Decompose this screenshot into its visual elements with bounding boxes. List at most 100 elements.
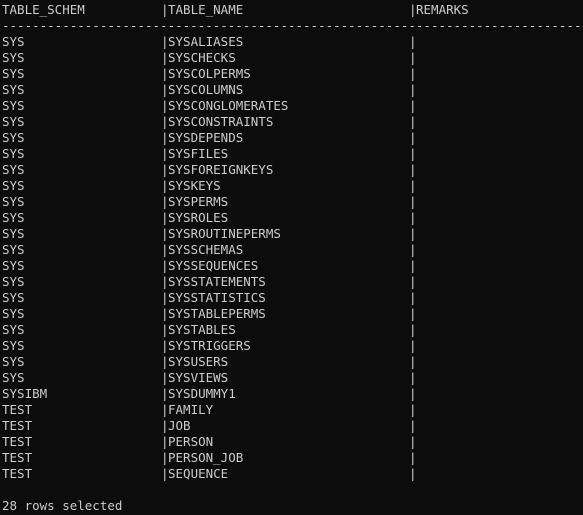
cell-table-name: SYSSTATEMENTS: [168, 274, 266, 289]
column-header-table-schem: TABLE_SCHEM: [2, 2, 85, 17]
cell-table-name: PERSON: [168, 434, 214, 449]
cell-table-name: SYSCOLUMNS: [168, 82, 244, 97]
cell-table-schem: SYS: [2, 34, 25, 49]
terminal-window[interactable]: TABLE_SCHEM | TABLE_NAME | REMARKS -----…: [0, 0, 583, 515]
cell-table-name: PERSON_JOB: [168, 450, 244, 465]
cell-table-schem: SYS: [2, 114, 25, 129]
cell-remarks: [416, 290, 576, 306]
cell-remarks: [416, 242, 576, 258]
status-line: 28 rows selected: [2, 498, 123, 513]
cell-table-name: SYSCOLPERMS: [168, 66, 251, 81]
table-row: SYS | SYSUSERS |: [0, 354, 583, 370]
cell-table-name: SEQUENCE: [168, 466, 229, 481]
table-row: SYS | SYSFILES |: [0, 146, 583, 162]
cell-table-schem: SYS: [2, 322, 25, 337]
cell-remarks: [416, 258, 576, 274]
cell-table-schem: TEST: [2, 466, 33, 481]
cell-table-name: SYSTABLES: [168, 322, 236, 337]
cell-table-name: SYSDEPENDS: [168, 130, 244, 145]
cell-table-schem: SYS: [2, 82, 25, 97]
cell-remarks: [416, 146, 576, 162]
cell-table-name: SYSCHECKS: [168, 50, 236, 65]
cell-table-schem: SYS: [2, 210, 25, 225]
cell-table-schem: SYS: [2, 146, 25, 161]
table-row: SYSIBM | SYSDUMMY1 |: [0, 386, 583, 402]
cell-remarks: [416, 98, 576, 114]
table-row: SYS | SYSSTATISTICS |: [0, 290, 583, 306]
cell-remarks: [416, 418, 576, 434]
table-row: SYS | SYSCHECKS |: [0, 50, 583, 66]
cell-remarks: [416, 82, 576, 98]
cell-table-schem: SYS: [2, 98, 25, 113]
cell-table-schem: SYS: [2, 338, 25, 353]
cell-table-schem: SYS: [2, 354, 25, 369]
cell-remarks: [416, 338, 576, 354]
table-row: SYS | SYSVIEWS |: [0, 370, 583, 386]
cell-remarks: [416, 322, 576, 338]
cell-table-name: SYSVIEWS: [168, 370, 229, 385]
cell-table-schem: SYS: [2, 370, 25, 385]
cell-table-schem: TEST: [2, 434, 33, 449]
cell-table-schem: SYS: [2, 306, 25, 321]
cell-remarks: [416, 274, 576, 290]
cell-remarks: [416, 114, 576, 130]
table-row: SYS | SYSDEPENDS |: [0, 130, 583, 146]
cell-table-schem: SYS: [2, 162, 25, 177]
table-row: SYS | SYSROUTINEPERMS |: [0, 226, 583, 242]
table-row: SYS | SYSCOLUMNS |: [0, 82, 583, 98]
cell-table-schem: SYS: [2, 130, 25, 145]
table-row: SYS | SYSSTATEMENTS |: [0, 274, 583, 290]
cell-table-name: SYSKEYS: [168, 178, 221, 193]
cell-table-name: SYSCONGLOMERATES: [168, 98, 289, 113]
cell-table-name: SYSROLES: [168, 210, 229, 225]
table-row: TEST | PERSON_JOB |: [0, 450, 583, 466]
table-header: TABLE_SCHEM | TABLE_NAME | REMARKS: [0, 2, 583, 18]
cell-table-schem: SYS: [2, 178, 25, 193]
cell-table-schem: SYS: [2, 274, 25, 289]
header-rule: ----------------------------------------…: [2, 18, 582, 33]
cell-table-schem: SYSIBM: [2, 386, 48, 401]
cell-table-schem: SYS: [2, 258, 25, 273]
cell-table-schem: SYS: [2, 226, 25, 241]
cell-remarks: [416, 210, 576, 226]
table-row: SYS | SYSKEYS |: [0, 178, 583, 194]
cell-table-schem: SYS: [2, 66, 25, 81]
table-row: SYS | SYSALIASES |: [0, 34, 583, 50]
cell-table-name: SYSSEQUENCES: [168, 258, 259, 273]
cell-table-schem: TEST: [2, 402, 33, 417]
cell-table-schem: TEST: [2, 450, 33, 465]
cell-table-schem: SYS: [2, 194, 25, 209]
cell-remarks: [416, 370, 576, 386]
cell-table-schem: SYS: [2, 242, 25, 257]
cell-remarks: [416, 34, 576, 50]
table-row: SYS | SYSTABLES |: [0, 322, 583, 338]
cell-table-name: SYSFOREIGNKEYS: [168, 162, 274, 177]
column-header-table-name: TABLE_NAME: [168, 2, 244, 17]
table-row: TEST | FAMILY |: [0, 402, 583, 418]
cell-table-name: SYSCONSTRAINTS: [168, 114, 274, 129]
cell-table-schem: SYS: [2, 50, 25, 65]
cell-remarks: [416, 354, 576, 370]
cell-table-name: SYSUSERS: [168, 354, 229, 369]
table-row: SYS | SYSCONGLOMERATES |: [0, 98, 583, 114]
cell-remarks: [416, 434, 576, 450]
cell-table-name: FAMILY: [168, 402, 214, 417]
table-row: SYS | SYSSEQUENCES |: [0, 258, 583, 274]
cell-remarks: [416, 466, 576, 482]
cell-remarks: [416, 450, 576, 466]
cell-table-schem: TEST: [2, 418, 33, 433]
cell-table-name: SYSDUMMY1: [168, 386, 236, 401]
cell-table-name: SYSPERMS: [168, 194, 229, 209]
cell-remarks: [416, 162, 576, 178]
table-row: SYS | SYSTRIGGERS |: [0, 338, 583, 354]
cell-remarks: [416, 66, 576, 82]
cell-table-schem: SYS: [2, 290, 25, 305]
table-row: SYS | SYSCOLPERMS |: [0, 66, 583, 82]
cell-remarks: [416, 194, 576, 210]
table-row: SYS | SYSFOREIGNKEYS |: [0, 162, 583, 178]
table-row: SYS | SYSCONSTRAINTS |: [0, 114, 583, 130]
cell-remarks: [416, 306, 576, 322]
cell-remarks: [416, 50, 576, 66]
table-row: SYS | SYSROLES |: [0, 210, 583, 226]
cell-table-name: JOB: [168, 418, 191, 433]
